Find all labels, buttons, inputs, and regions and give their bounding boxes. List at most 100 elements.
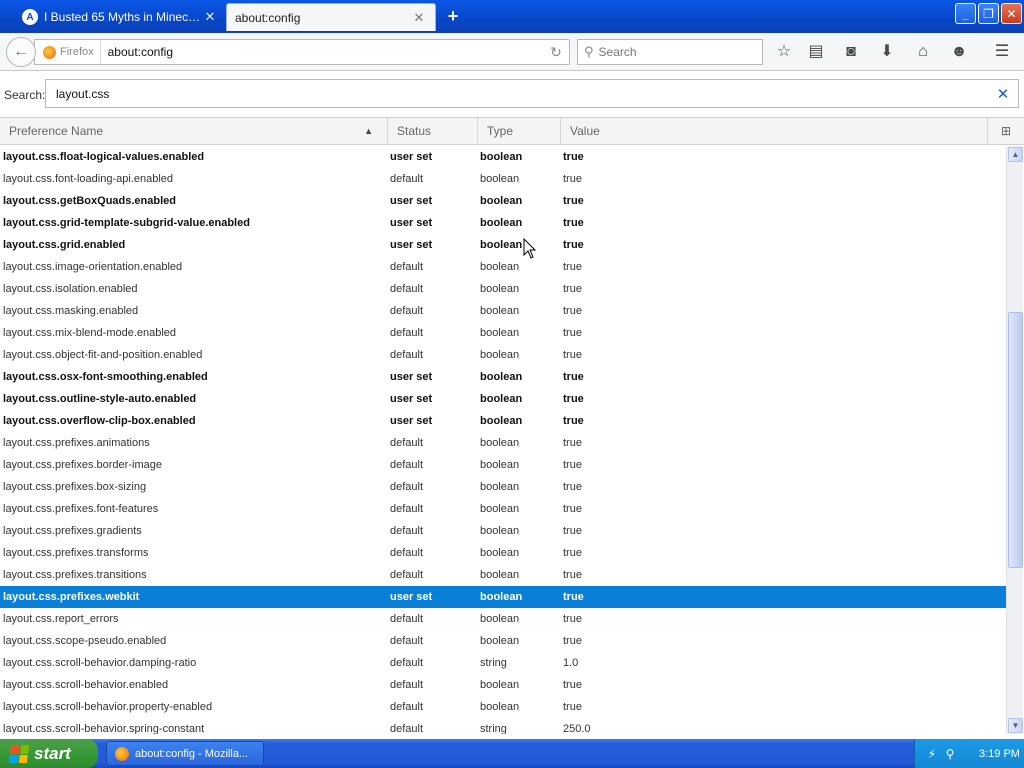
table-row[interactable]: layout.css.osx-font-smoothing.enabled use… xyxy=(0,366,1006,388)
maximize-window-icon[interactable]: ❐ xyxy=(978,3,999,24)
pref-status: default xyxy=(390,657,424,669)
pref-type: boolean xyxy=(480,217,523,229)
search-tray-icon[interactable]: ⚲ xyxy=(943,747,957,761)
pref-type: boolean xyxy=(480,371,523,383)
table-row[interactable]: layout.css.scope-pseudo.enabled default bo… xyxy=(0,630,1006,652)
pref-name: layout.css.prefixes.gradients xyxy=(3,525,142,537)
vertical-scrollbar[interactable]: ▲ ▼ xyxy=(1006,146,1023,734)
start-button[interactable]: start xyxy=(0,739,98,768)
table-row[interactable]: layout.css.prefixes.border-image default b… xyxy=(0,454,1006,476)
pref-status: default xyxy=(390,459,424,471)
pref-type: boolean xyxy=(480,305,520,317)
pref-value: true xyxy=(563,327,582,339)
table-header: Preference Name ▲ Status Type Value ⊞ xyxy=(0,117,1024,145)
url-bar[interactable]: Firefox about:config ↻ xyxy=(34,39,570,65)
column-header-status[interactable]: Status xyxy=(388,118,478,144)
reading-list-icon[interactable]: ▤ xyxy=(805,42,827,62)
pref-type: boolean xyxy=(480,481,520,493)
tab-about-config[interactable]: about:config ✕ xyxy=(226,3,436,31)
new-tab-plus-icon[interactable]: + xyxy=(443,6,463,26)
search-input[interactable] xyxy=(598,45,749,59)
table-row[interactable]: layout.css.prefixes.box-sizing default boo… xyxy=(0,476,1006,498)
table-row[interactable]: layout.css.prefixes.gradients default bool… xyxy=(0,520,1006,542)
mouse-cursor-icon xyxy=(523,238,537,259)
tab-minecraft[interactable]: A I Busted 65 Myths in Minecraf... ✕ xyxy=(14,3,226,31)
start-label: start xyxy=(34,743,71,763)
pref-name: layout.css.isolation.enabled xyxy=(3,283,138,295)
pref-name: layout.css.prefixes.webkit xyxy=(3,591,140,603)
pref-name: layout.css.overflow-clip-box.enabled xyxy=(3,415,196,427)
preference-filter-field[interactable]: ✕ xyxy=(45,79,1019,108)
back-button[interactable]: ← xyxy=(6,37,36,67)
table-row[interactable]: layout.css.grid.enabled user set boolean tr… xyxy=(0,234,1006,256)
table-row[interactable]: layout.css.prefixes.webkit user set boolea… xyxy=(0,586,1006,608)
table-row[interactable]: layout.css.image-orientation.enabled defa… xyxy=(0,256,1006,278)
table-row[interactable]: layout.css.masking.enabled default boolean… xyxy=(0,300,1006,322)
smiley-icon[interactable]: ☻ xyxy=(948,42,970,62)
star-icon[interactable]: ☆ xyxy=(773,42,795,62)
table-row[interactable]: layout.css.prefixes.animations default boo… xyxy=(0,432,1006,454)
tab-close-icon[interactable]: ✕ xyxy=(411,10,427,26)
pref-status: default xyxy=(390,525,424,537)
table-row[interactable]: layout.css.prefixes.font-features default… xyxy=(0,498,1006,520)
table-row[interactable]: layout.css.isolation.enabled default boole… xyxy=(0,278,1006,300)
table-row[interactable]: layout.css.prefixes.transitions default bo… xyxy=(0,564,1006,586)
table-row[interactable]: layout.css.overflow-clip-box.enabled user… xyxy=(0,410,1006,432)
table-row[interactable]: layout.css.font-loading-api.enabled defau… xyxy=(0,168,1006,190)
table-row[interactable]: layout.css.report_errors default boolean tr… xyxy=(0,608,1006,630)
close-window-icon[interactable]: ✕ xyxy=(1001,3,1022,24)
column-header-type[interactable]: Type xyxy=(478,118,561,144)
pref-status: default xyxy=(390,481,424,493)
task-title: about:config - Mozilla... xyxy=(135,747,249,760)
pref-value: true xyxy=(563,437,582,449)
clear-search-icon[interactable]: ✕ xyxy=(988,85,1018,103)
table-row[interactable]: layout.css.mix-blend-mode.enabled default… xyxy=(0,322,1006,344)
pref-value: true xyxy=(563,151,584,163)
scroll-up-icon[interactable]: ▲ xyxy=(1008,147,1023,162)
taskbar-firefox-button[interactable]: about:config - Mozilla... xyxy=(106,741,264,766)
table-row[interactable]: layout.css.scroll-behavior.enabled defaul… xyxy=(0,674,1006,696)
pref-value: true xyxy=(563,547,582,559)
pref-type: boolean xyxy=(480,151,523,163)
pref-name: layout.css.outline-style-auto.enabled xyxy=(3,393,197,405)
table-row[interactable]: layout.css.object-fit-and-position.enabl… xyxy=(0,344,1006,366)
table-row[interactable]: layout.css.getBoxQuads.enabled user set bo… xyxy=(0,190,1006,212)
pref-type: boolean xyxy=(480,195,523,207)
pref-status: default xyxy=(390,437,424,449)
table-row[interactable]: layout.css.scroll-behavior.damping-ratio… xyxy=(0,652,1006,674)
pref-value: true xyxy=(563,195,584,207)
table-row[interactable]: layout.css.scroll-behavior.property-enab… xyxy=(0,696,1006,718)
pocket-icon[interactable]: ◙ xyxy=(840,42,862,62)
scroll-down-icon[interactable]: ▼ xyxy=(1008,718,1023,733)
pref-type: boolean xyxy=(480,173,520,185)
pref-status: user set xyxy=(390,371,433,383)
column-picker-icon[interactable]: ⊞ xyxy=(988,118,1024,144)
network-icon[interactable]: ⚡ xyxy=(925,747,939,761)
table-row[interactable]: layout.css.grid-template-subgrid-value.e… xyxy=(0,212,1006,234)
tab-title: I Busted 65 Myths in Minecraf... xyxy=(44,10,202,24)
scrollbar-thumb[interactable] xyxy=(1008,312,1023,568)
table-row[interactable]: layout.css.prefixes.transforms default boo… xyxy=(0,542,1006,564)
pref-value: true xyxy=(563,305,582,317)
menu-icon[interactable]: ☰ xyxy=(991,42,1013,62)
minimize-window-icon[interactable]: _ xyxy=(955,3,976,24)
pref-name: layout.css.scroll-behavior.property-enab… xyxy=(3,701,213,713)
pref-value: true xyxy=(563,701,582,713)
pref-status: user set xyxy=(390,195,433,207)
system-tray: ⚡ ⚲ 3:19 PM xyxy=(914,739,1024,768)
search-box[interactable]: ⚲ xyxy=(577,39,763,65)
column-header-name[interactable]: Preference Name ▲ xyxy=(0,118,388,144)
download-icon[interactable]: ⬇ xyxy=(876,42,898,62)
column-header-value[interactable]: Value xyxy=(561,118,988,144)
table-row[interactable]: layout.css.outline-style-auto.enabled use… xyxy=(0,388,1006,410)
tab-close-icon[interactable]: ✕ xyxy=(202,9,218,25)
table-row[interactable]: layout.css.scroll-behavior.spring-consta… xyxy=(0,718,1006,734)
url-text[interactable]: about:config xyxy=(101,45,543,59)
preference-filter-input[interactable] xyxy=(46,86,988,101)
home-icon[interactable]: ⌂ xyxy=(912,42,934,62)
table-row[interactable]: layout.css.float-logical-values.enabled u… xyxy=(0,146,1006,168)
site-identity[interactable]: Firefox xyxy=(35,40,101,64)
reload-icon[interactable]: ↻ xyxy=(543,44,569,61)
pref-value: true xyxy=(563,173,582,185)
pref-status: user set xyxy=(390,591,433,603)
